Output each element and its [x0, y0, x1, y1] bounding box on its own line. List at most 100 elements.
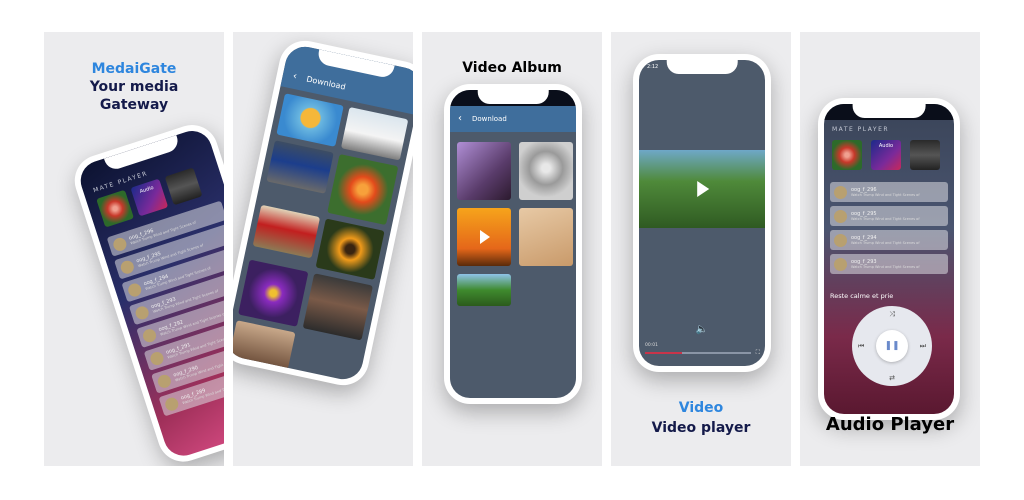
phone-mockup-5: MATE PLAYER Audio oog_f_296 Watch Trump W… — [818, 98, 960, 420]
song-cover — [156, 372, 173, 390]
section-label: MATE PLAYER — [832, 126, 890, 133]
brand-name: MedaiGate — [91, 61, 177, 77]
progress-fill — [645, 352, 683, 354]
panel-download: ‹ Download — [233, 32, 413, 466]
download-thumb[interactable] — [266, 140, 334, 194]
phone-screen-4: 2:12 🔈 00:01 ⛶ — [639, 60, 765, 366]
media-tiles: Audio — [832, 140, 940, 170]
song-cover — [118, 258, 136, 275]
album-appbar: ‹ Download — [450, 106, 576, 132]
download-thumb[interactable] — [302, 273, 373, 341]
song-cover — [133, 304, 151, 321]
appbar-title: Download — [305, 74, 347, 92]
album-grid — [450, 132, 576, 316]
shuffle-icon[interactable]: ⤨ — [889, 310, 895, 319]
song-list: oog_f_296 Watch Trump Wind and Tight Scen… — [830, 182, 948, 274]
audio-tile[interactable]: Audio — [130, 178, 169, 217]
song-cover — [163, 395, 180, 412]
phone-mockup-3: ‹ Download — [444, 84, 582, 404]
download-grid — [233, 86, 413, 383]
video-caption: Video Video player — [611, 398, 791, 438]
phone-notch — [104, 135, 181, 172]
audio-tile-label: Audio — [878, 143, 894, 149]
song-cover — [834, 257, 847, 271]
phone-screen-3: ‹ Download — [450, 90, 576, 398]
download-thumb[interactable] — [252, 204, 321, 259]
play-icon — [480, 230, 490, 244]
song-cover — [834, 209, 847, 223]
phone-mockup-1: MATE PLAYER Audio oog_f_296 Watch Trump W… — [68, 118, 224, 466]
song-subtitle: Watch Trump Wind and Tight Scenes of — [851, 192, 920, 197]
repeat-icon[interactable]: ⇄ — [889, 374, 895, 382]
photo-tile[interactable] — [832, 140, 862, 170]
download-thumb[interactable] — [238, 259, 309, 327]
panel-intro: MedaiGate Your media Gateway MATE PLAYER… — [44, 32, 224, 466]
album-video-thumb[interactable] — [519, 142, 573, 200]
previous-icon[interactable]: ⏮ — [858, 342, 864, 351]
album-video-thumb[interactable] — [457, 142, 511, 200]
panel-video-album: Video Album ‹ Download — [422, 32, 602, 466]
song-cover — [834, 233, 847, 247]
tagline-line1: Your media — [89, 79, 179, 95]
time-elapsed: 00:01 — [645, 343, 658, 348]
volume-icon[interactable]: 🔈 — [696, 324, 708, 335]
video-caption-line2: Video player — [651, 420, 751, 436]
song-list-item[interactable]: oog_f_293 Watch Trump Wind and Tight Scen… — [830, 254, 948, 274]
back-chevron-icon[interactable]: ‹ — [292, 71, 298, 83]
download-thumb[interactable] — [340, 106, 409, 161]
appbar-title: Download — [472, 115, 507, 123]
phone-notch — [666, 60, 738, 74]
song-cover — [141, 327, 158, 344]
song-subtitle: Watch Trump Wind and Tight Scenes of — [851, 216, 920, 221]
video-album-caption: Video Album — [462, 60, 562, 76]
tagline-line2: Gateway — [99, 97, 169, 113]
song-cover — [834, 185, 847, 199]
pause-icon[interactable]: ❚❚ — [876, 330, 908, 362]
song-subtitle: Watch Trump Wind and Tight Scenes of — [851, 240, 920, 245]
song-text: oog_f_293 Watch Trump Wind and Tight Scen… — [851, 259, 920, 270]
intro-caption: MedaiGate Your media Gateway — [44, 60, 224, 114]
progress-track[interactable] — [645, 352, 751, 354]
song-cover — [148, 349, 166, 367]
song-text: oog_f_296 Watch Trump Wind and Tight Scen… — [851, 187, 920, 198]
video-tile[interactable] — [910, 140, 940, 170]
phone-notch — [852, 104, 926, 118]
app-store-banner: MedaiGate Your media Gateway MATE PLAYER… — [0, 0, 1024, 500]
phone-screen-1: MATE PLAYER Audio oog_f_296 Watch Trump W… — [75, 125, 224, 461]
play-icon[interactable] — [697, 181, 710, 197]
album-video-thumb[interactable] — [519, 208, 573, 266]
status-time: 2:12 — [647, 64, 659, 70]
song-text: oog_f_295 Watch Trump Wind and Tight Scen… — [851, 211, 920, 222]
song-list-item[interactable]: oog_f_295 Watch Trump Wind and Tight Scen… — [830, 206, 948, 226]
video-tile[interactable] — [164, 167, 203, 206]
audio-tile[interactable]: Audio — [871, 140, 901, 170]
album-video-thumb[interactable] — [457, 208, 511, 266]
video-caption-line1: Video — [678, 400, 724, 416]
download-thumb[interactable] — [233, 320, 296, 372]
phone-mockup-4: 2:12 🔈 00:01 ⛶ — [633, 54, 771, 372]
back-chevron-icon[interactable]: ‹ — [458, 114, 462, 124]
now-playing-title: Reste calme et prie — [830, 292, 894, 300]
song-list: oog_f_296 Watch Trump Wind and Tight Scen… — [106, 200, 224, 417]
song-text: oog_f_294 Watch Trump Wind and Tight Scen… — [851, 235, 920, 246]
phone-screen-2: ‹ Download — [233, 43, 413, 383]
audio-caption: Audio Player — [825, 414, 955, 435]
song-subtitle: Watch Trump Wind and Tight Scenes of — [851, 264, 920, 269]
video-frame[interactable] — [639, 150, 765, 228]
download-thumb[interactable] — [276, 93, 344, 147]
phone-screen-5: MATE PLAYER Audio oog_f_296 Watch Trump W… — [824, 104, 954, 414]
control-wheel[interactable]: ⤨ ⏮ ⏭ ⇄ ❚❚ — [852, 306, 932, 386]
phone-notch — [477, 90, 549, 104]
album-video-thumb[interactable] — [457, 274, 511, 306]
photo-tile[interactable] — [96, 189, 134, 228]
next-icon[interactable]: ⏭ — [920, 342, 926, 351]
fullscreen-icon[interactable]: ⛶ — [756, 349, 760, 357]
download-thumb[interactable] — [315, 218, 385, 280]
song-list-item[interactable]: oog_f_294 Watch Trump Wind and Tight Scen… — [830, 230, 948, 250]
song-list-item[interactable]: oog_f_296 Watch Trump Wind and Tight Scen… — [830, 182, 948, 202]
panel-audio-player: MATE PLAYER Audio oog_f_296 Watch Trump W… — [800, 32, 980, 466]
download-thumb[interactable] — [327, 153, 399, 226]
panel-video-player: 2:12 🔈 00:01 ⛶ Video Video player — [611, 32, 791, 466]
audio-tile-label: Audio — [139, 184, 155, 195]
phone-mockup-2: ‹ Download — [233, 36, 413, 390]
